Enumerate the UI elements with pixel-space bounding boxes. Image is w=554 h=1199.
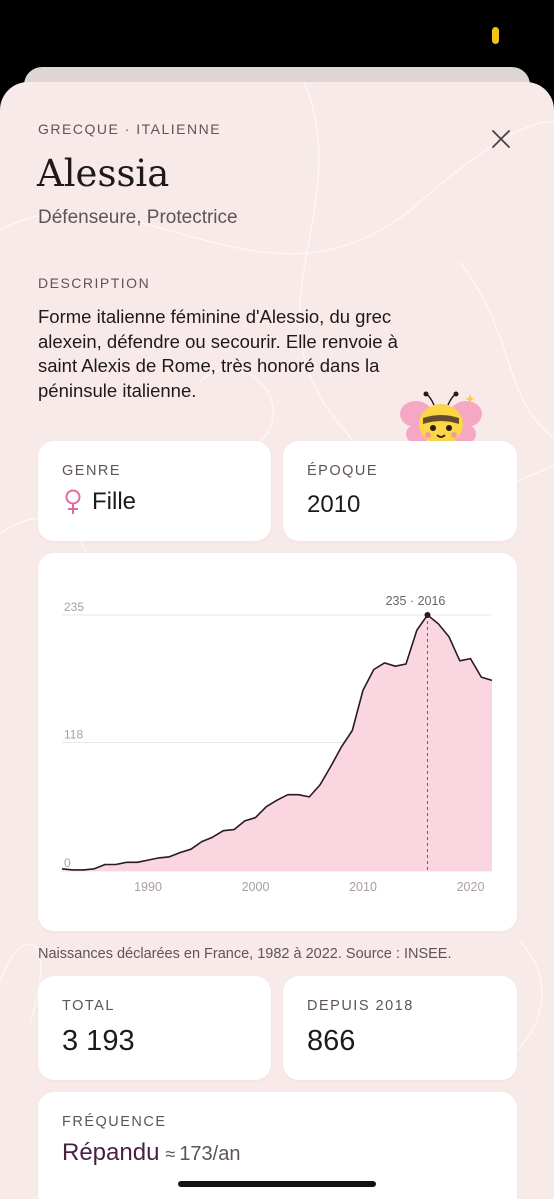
since-value: 866: [307, 1025, 356, 1057]
name-meaning: Défenseure, Protectrice: [38, 207, 238, 228]
y-tick-label: 118: [64, 727, 83, 741]
since-label: DEPUIS 2018: [307, 998, 414, 1014]
status-indicator: [492, 27, 499, 44]
genre-value: Fille: [92, 488, 137, 515]
genre-label: GENRE: [62, 463, 122, 479]
x-tick-label: 2000: [242, 880, 270, 894]
name-detail-sheet: GRECQUE · ITALIENNE Alessia Défenseure, …: [0, 82, 554, 1199]
frequency-approx: ≈: [165, 1144, 176, 1164]
close-icon: [492, 130, 510, 148]
name-title: Alessia: [37, 152, 170, 195]
female-symbol-icon: [65, 489, 81, 514]
x-tick-label: 2020: [457, 880, 485, 894]
x-tick-label: 2010: [349, 880, 377, 894]
epoque-label: ÉPOQUE: [307, 463, 379, 479]
total-value: 3 193: [62, 1025, 135, 1057]
since-card: DEPUIS 2018 866: [283, 976, 517, 1080]
frequency-label: FRÉQUENCE: [62, 1114, 167, 1130]
chart-caption: Naissances déclarées en France, 1982 à 2…: [38, 946, 452, 962]
origin-label: GRECQUE · ITALIENNE: [38, 121, 222, 137]
x-tick-label: 1990: [134, 880, 162, 894]
epoque-card: ÉPOQUE 2010: [283, 441, 517, 541]
home-indicator[interactable]: [178, 1181, 376, 1187]
total-card: TOTAL 3 193: [38, 976, 271, 1080]
close-button[interactable]: [486, 124, 516, 154]
frequency-word: Répandu: [62, 1139, 160, 1166]
description-text: Forme italienne féminine d'Alessio, du g…: [38, 306, 398, 401]
epoque-value: 2010: [307, 491, 361, 518]
peak-annotation: 235 · 2016: [386, 594, 446, 608]
total-label: TOTAL: [62, 998, 115, 1014]
frequency-rate: 173/an: [179, 1143, 241, 1165]
y-tick-label: 0: [64, 856, 71, 870]
births-chart-card: 0 118 235 235 · 2016 1990 2000 2010 2020: [38, 553, 517, 931]
births-chart: 0 118 235 235 · 2016 1990 2000 2010 2020: [61, 594, 493, 894]
peak-point: [424, 612, 431, 618]
description-label: DESCRIPTION: [38, 275, 151, 291]
y-tick-label: 235: [64, 600, 84, 614]
genre-card: GENRE Fille: [38, 441, 271, 541]
